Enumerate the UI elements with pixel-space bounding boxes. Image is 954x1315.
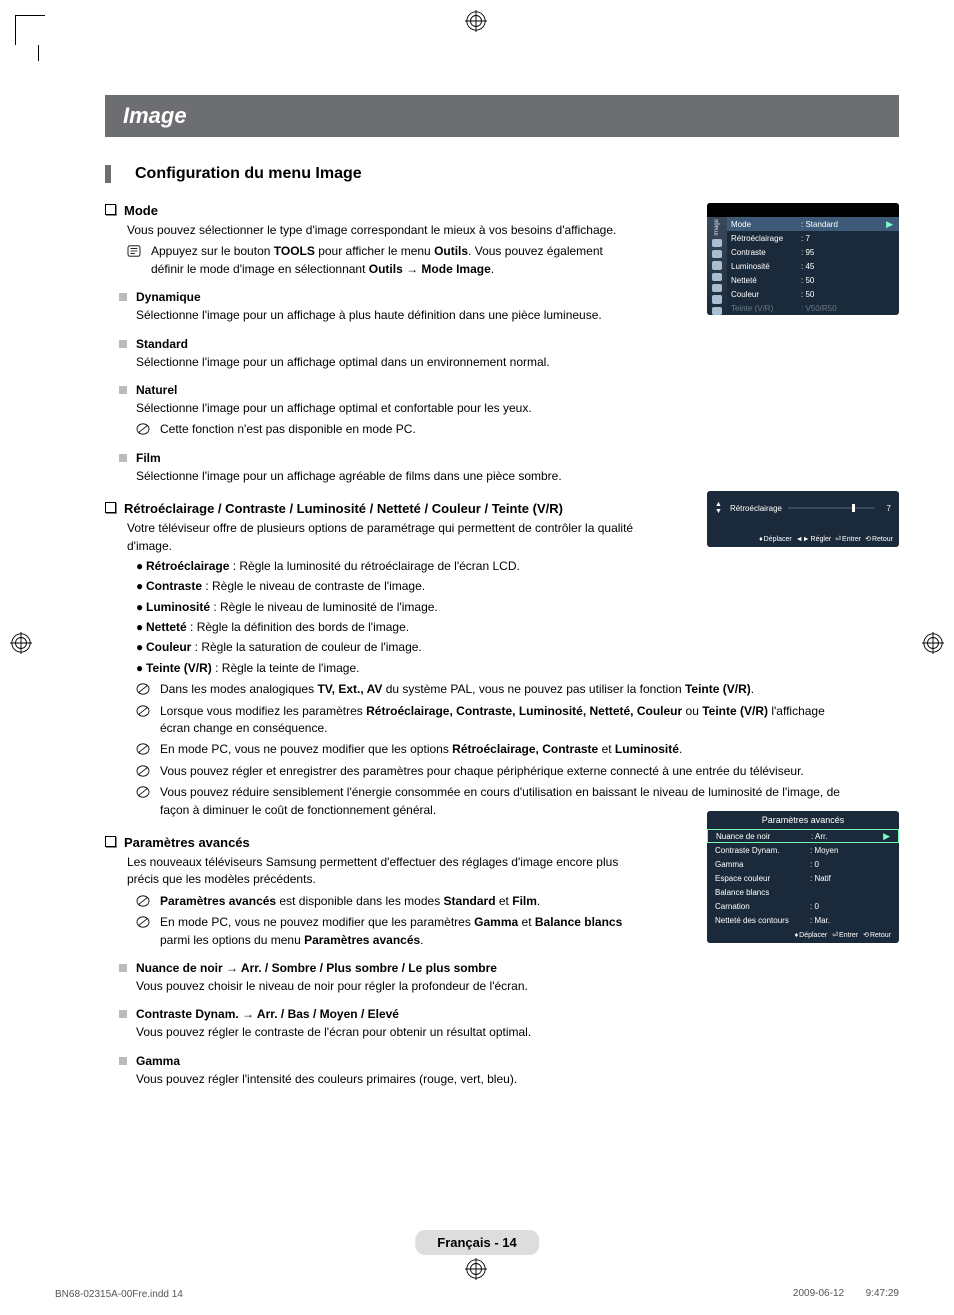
naturel-desc: Sélectionne l'image pour un affichage op… [136, 400, 635, 417]
grey-square-icon [119, 1010, 127, 1018]
osd-row: Contraste: 95 [727, 245, 899, 259]
app-icon [712, 295, 722, 303]
grey-square-icon [119, 454, 127, 462]
help-move: ♦ Déplacer [795, 931, 828, 939]
adv-note-modes: Paramètres avancés est disponible dans l… [160, 893, 540, 910]
dynamique-desc: Sélectionne l'image pour un affichage à … [136, 307, 635, 324]
footer-filename: BN68-02315A-00Fre.indd 14 [55, 1289, 183, 1300]
naturel-note: Cette fonction n'est pas disponible en m… [160, 421, 416, 438]
standard-desc: Sélectionne l'image pour un affichage op… [136, 354, 635, 371]
input-icon [712, 284, 722, 292]
adv-intro: Les nouveaux téléviseurs Samsung permett… [127, 854, 635, 889]
osd-row: Contraste Dynam.: Moyen [707, 843, 899, 857]
section-heading-row: Configuration du menu Image [105, 165, 899, 183]
osd-row: Rétroéclairage: 7 [727, 231, 899, 245]
grey-square-icon [119, 964, 127, 972]
osd-title: Paramètres avancés [707, 811, 899, 829]
bullet-nettete: ●Netteté : Règle la définition des bords… [136, 619, 899, 636]
tv-icon [712, 239, 722, 247]
osd-row: Balance blancs [707, 885, 899, 899]
slider-track [788, 507, 875, 509]
note-icon [136, 683, 150, 695]
note-save: Vous pouvez régler et enregistrer des pa… [160, 763, 804, 780]
osd-slider-value: 7 [881, 504, 891, 513]
grey-square-icon [119, 293, 127, 301]
note-modify: Lorsque vous modifiez les paramètres Rét… [160, 703, 856, 738]
page-footer-badge: Français - 14 [415, 1230, 539, 1255]
help-enter: ⏎ Entrer [832, 931, 858, 939]
osd-image-menu: Image Mode : Standard ▶ Rétroéclairage: … [707, 203, 899, 315]
note-icon [136, 743, 150, 755]
bullet-luminosite: ●Luminosité : Règle le niveau de luminos… [136, 599, 899, 616]
note-icon [136, 916, 150, 928]
chevron-right-icon: ▶ [886, 219, 893, 230]
osd-row: Carnation: 0 [707, 899, 899, 913]
subheading-film: Film [119, 451, 899, 465]
square-bullet-icon [105, 204, 116, 215]
help-return: ⟲ Retour [863, 931, 891, 939]
speaker-icon [712, 261, 722, 269]
osd-row-mode: Mode : Standard ▶ [727, 217, 899, 231]
gamma-desc: Vous pouvez régler l'intensité des coule… [136, 1071, 635, 1088]
signal-icon [712, 250, 722, 258]
grey-square-icon [119, 1057, 127, 1065]
help-move: ♦ Déplacer [759, 535, 792, 543]
bullet-contraste: ●Contraste : Règle le niveau de contrast… [136, 578, 899, 595]
note-icon [136, 423, 150, 435]
mode-intro: Vous pouvez sélectionner le type d'image… [127, 222, 635, 239]
nuance-noir-desc: Vous pouvez choisir le niveau de noir po… [136, 978, 635, 995]
heading-accent [105, 165, 111, 183]
osd-advanced-params: Paramètres avancés Nuance de noir: Arr.▶… [707, 811, 899, 943]
note-pc: En mode PC, vous ne pouvez modifier que … [160, 741, 682, 758]
tools-icon [127, 245, 141, 257]
contraste-dynam-desc: Vous pouvez régler le contraste de l'écr… [136, 1024, 635, 1041]
subheading-standard: Standard [119, 337, 899, 351]
osd-row: Netteté: 50 [727, 273, 899, 287]
film-desc: Sélectionne l'image pour un affichage ag… [136, 468, 635, 485]
gear-icon [712, 273, 722, 281]
footer-timestamp: 2009-06-12  9:47:29 [793, 1287, 899, 1300]
tools-note: Appuyez sur le bouton TOOLS pour affiche… [151, 243, 635, 278]
bullet-couleur: ●Couleur : Règle la saturation de couleu… [136, 639, 899, 656]
up-down-icon: ▲▼ [715, 501, 722, 515]
osd-sidebar-label: Image [714, 219, 720, 236]
subheading-contraste-dynam: Contraste Dynam. → Arr. / Bas / Moyen / … [119, 1007, 899, 1021]
subheading-gamma: Gamma [119, 1054, 899, 1068]
osd-row: Espace couleur: Natif [707, 871, 899, 885]
chevron-right-icon: ▶ [883, 831, 890, 842]
square-bullet-icon [105, 502, 116, 513]
note-icon [136, 786, 150, 798]
bullet-teinte: ●Teinte (V/R) : Règle la teinte de l'ima… [136, 660, 899, 677]
support-icon [712, 307, 722, 315]
help-adjust: ◄► Régler [796, 535, 831, 543]
help-enter: ⏎ Entrer [835, 535, 861, 543]
osd-backlight-slider: ▲▼ Rétroéclairage 7 ♦ Déplacer ◄► Régler… [707, 491, 899, 547]
note-pal: Dans les modes analogiques TV, Ext., AV … [160, 681, 754, 698]
osd-slider-label: Rétroéclairage [730, 504, 782, 513]
params-intro: Votre téléviseur offre de plusieurs opti… [127, 520, 635, 555]
osd-row-disabled: Teinte (V/R): V50/R50 [727, 301, 899, 315]
osd-row: Couleur: 50 [727, 287, 899, 301]
grey-square-icon [119, 386, 127, 394]
note-icon [136, 895, 150, 907]
registration-mark-icon [465, 1258, 487, 1280]
osd-row: Luminosité: 45 [727, 259, 899, 273]
note-icon [136, 705, 150, 717]
subheading-naturel: Naturel [119, 383, 899, 397]
help-return: ⟲ Retour [865, 535, 893, 543]
osd-row-selected: Nuance de noir: Arr.▶ [707, 829, 899, 843]
square-bullet-icon [105, 836, 116, 847]
adv-note-pc: En mode PC, vous ne pouvez modifier que … [160, 914, 635, 949]
osd-row: Gamma: 0 [707, 857, 899, 871]
note-icon [136, 765, 150, 777]
subheading-nuance-noir: Nuance de noir → Arr. / Sombre / Plus so… [119, 961, 899, 975]
bullet-retro: ●Rétroéclairage : Règle la luminosité du… [136, 558, 899, 575]
grey-square-icon [119, 340, 127, 348]
slider-thumb [852, 504, 855, 512]
page-title: Image [105, 95, 899, 137]
osd-row: Netteté des contours: Mar. [707, 913, 899, 927]
section-heading: Configuration du menu Image [135, 165, 362, 183]
